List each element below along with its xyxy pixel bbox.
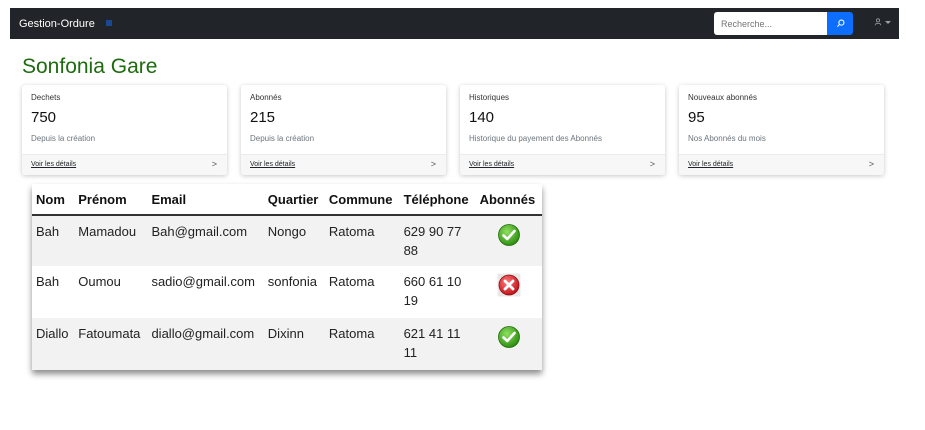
column-header-abonnes: Abonnés	[475, 184, 542, 216]
subscribers-table-container: Nom Prénom Email Quartier Commune Téléph…	[32, 184, 542, 370]
subscribers-table: Nom Prénom Email Quartier Commune Téléph…	[32, 184, 542, 370]
menu-icon[interactable]	[105, 19, 112, 29]
card-value: 215	[250, 109, 276, 126]
card-label: Nouveaux abonnés	[688, 93, 757, 102]
view-details-link[interactable]: Voir les détails	[250, 161, 295, 168]
cell-abonne	[475, 215, 542, 266]
card-abonnes: Abonnés 215 Depuis la création Voir les …	[241, 85, 446, 175]
card-footer: Voir les détails >	[22, 154, 227, 175]
card-subtitle: Nos Abonnés du mois	[688, 134, 766, 143]
brand-link[interactable]: Gestion-Ordure	[19, 18, 95, 30]
cell-abonne	[475, 318, 542, 370]
cell-nom: Bah	[32, 215, 75, 266]
card-footer: Voir les détails >	[241, 154, 446, 175]
cell-abonne	[475, 266, 542, 318]
cell-commune: Ratoma	[324, 266, 400, 318]
chevron-right-icon[interactable]: >	[431, 159, 436, 169]
cell-email: Bah@gmail.com	[147, 215, 264, 266]
column-header-commune: Commune	[324, 184, 400, 216]
chevron-right-icon[interactable]: >	[212, 159, 217, 169]
card-subtitle: Depuis la création	[250, 134, 315, 143]
caret-down-icon	[885, 20, 891, 24]
cell-email: diallo@gmail.com	[147, 318, 264, 370]
table-header-row: Nom Prénom Email Quartier Commune Téléph…	[32, 184, 542, 216]
cell-quartier: Nongo	[263, 215, 325, 266]
cell-commune: Ratoma	[324, 215, 400, 266]
card-subtitle: Historique du payement des Abonnés	[469, 134, 602, 143]
card-nouveaux-abonnes: Nouveaux abonnés 95 Nos Abonnés du mois …	[679, 85, 884, 175]
cell-nom: Diallo	[32, 318, 75, 370]
chevron-right-icon[interactable]: >	[869, 159, 874, 169]
cell-telephone: 621 41 11 11	[399, 318, 476, 370]
card-subtitle: Depuis la création	[31, 134, 96, 143]
cross-icon	[497, 273, 521, 297]
search-icon	[836, 19, 844, 28]
card-label: Abonnés	[250, 93, 282, 102]
card-value: 140	[469, 109, 495, 126]
top-navbar: Gestion-Ordure	[10, 8, 899, 39]
column-header-nom: Nom	[32, 184, 75, 216]
view-details-link[interactable]: Voir les détails	[469, 161, 514, 168]
card-value: 750	[31, 109, 57, 126]
cell-quartier: sonfonia	[263, 266, 325, 318]
cell-prenom: Oumou	[74, 266, 148, 318]
card-dechets: Dechets 750 Depuis la création Voir les …	[22, 85, 227, 175]
table-row: Diallo Fatoumata diallo@gmail.com Dixinn…	[32, 318, 542, 370]
cell-commune: Ratoma	[324, 318, 400, 370]
check-icon	[497, 326, 520, 348]
column-header-quartier: Quartier	[263, 184, 325, 216]
check-icon	[497, 224, 520, 246]
search-input[interactable]	[714, 12, 827, 35]
user-icon	[874, 18, 882, 26]
chevron-right-icon[interactable]: >	[650, 159, 655, 169]
search-form	[714, 12, 863, 35]
search-button[interactable]	[827, 12, 853, 35]
table-row: Bah Mamadou Bah@gmail.com Nongo Ratoma 6…	[32, 215, 542, 266]
column-header-telephone: Téléphone	[399, 184, 476, 216]
cell-telephone: 629 90 77 88	[399, 215, 476, 266]
view-details-link[interactable]: Voir les détails	[688, 161, 733, 168]
cell-nom: Bah	[32, 266, 75, 318]
card-footer: Voir les détails >	[460, 154, 665, 175]
card-label: Historiques	[469, 93, 510, 102]
cell-telephone: 660 61 10 19	[399, 266, 476, 318]
card-footer: Voir les détails >	[679, 154, 884, 175]
page-title: Sonfonia Gare	[22, 55, 158, 78]
cell-quartier: Dixinn	[263, 318, 325, 370]
card-historiques: Historiques 140 Historique du payement d…	[460, 85, 665, 175]
cell-prenom: Fatoumata	[74, 318, 148, 370]
table-row: Bah Oumou sadio@gmail.com sonfonia Ratom…	[32, 266, 542, 318]
cell-prenom: Mamadou	[74, 215, 148, 266]
cell-email: sadio@gmail.com	[147, 266, 264, 318]
column-header-email: Email	[147, 184, 264, 216]
card-value: 95	[688, 109, 705, 126]
view-details-link[interactable]: Voir les détails	[31, 161, 76, 168]
user-dropdown[interactable]	[874, 18, 891, 26]
column-header-prenom: Prénom	[74, 184, 148, 216]
card-label: Dechets	[31, 93, 61, 102]
